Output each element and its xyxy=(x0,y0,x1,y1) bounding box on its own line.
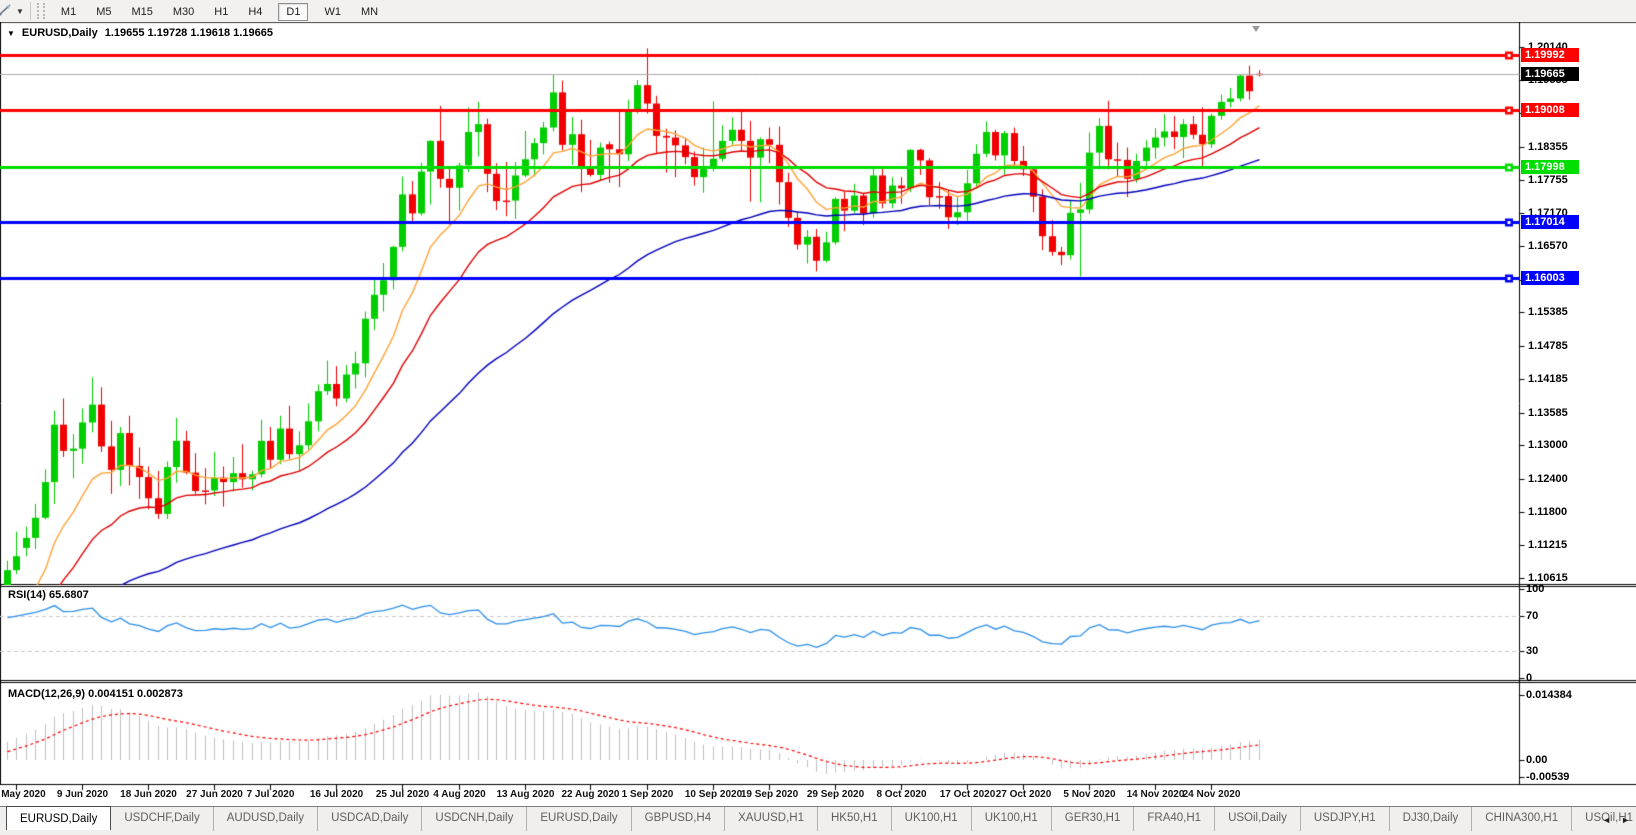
macd-axis-tick: 0.014384 xyxy=(1526,689,1572,702)
current-price-label: 1.19665 xyxy=(1521,66,1579,81)
chart-tab-dj30-daily[interactable]: DJ30,Daily xyxy=(1388,807,1472,831)
hline-price-label: 1.19992 xyxy=(1521,48,1579,63)
chart-tab-usdjpy-h1[interactable]: USDJPY,H1 xyxy=(1299,807,1389,831)
timeframe-button-m30[interactable]: M30 xyxy=(165,3,202,21)
timeframe-button-mn[interactable]: MN xyxy=(353,3,386,21)
chart-tab-hk50-h1[interactable]: HK50,H1 xyxy=(816,807,891,831)
chart-title: ▼ EURUSD,Daily 1.19655 1.19728 1.19618 1… xyxy=(7,27,273,39)
price-axis-tick: 1.14785 xyxy=(1528,339,1568,352)
date-axis-label: 8 Oct 2020 xyxy=(876,789,927,800)
macd-indicator-label: MACD(12,26,9) 0.004151 0.002873 xyxy=(8,688,183,700)
price-axis-tick: 1.16570 xyxy=(1528,240,1568,253)
price-axis-tick: 1.15385 xyxy=(1528,306,1568,319)
rsi-axis-tick: 100 xyxy=(1526,583,1545,595)
chart-window: ▼ EURUSD,Daily 1.19655 1.19728 1.19618 1… xyxy=(0,22,1636,806)
timeframe-button-group: M1 M5 M15 M30 H1 H4 D1 W1 MN xyxy=(51,2,388,21)
timeframe-button-m5[interactable]: M5 xyxy=(88,3,119,21)
chart-tab-fra40-h1[interactable]: FRA40,H1 xyxy=(1133,807,1214,831)
price-axis-tick: 1.18355 xyxy=(1528,140,1568,153)
price-axis-tick: 1.14185 xyxy=(1528,373,1568,386)
chart-tab-ger30-h1[interactable]: GER30,H1 xyxy=(1050,807,1134,831)
rsi-axis-tick: 30 xyxy=(1526,645,1539,658)
rsi-axis-tick: 70 xyxy=(1526,609,1539,622)
chart-tab-china300-h1[interactable]: CHINA300,H1 xyxy=(1471,807,1571,831)
chart-tabs-bar: EURUSD,Daily USDCHF,Daily AUDUSD,Daily USDC… xyxy=(0,806,1636,835)
chart-tabs: EURUSD,Daily USDCHF,Daily AUDUSD,Daily USDC… xyxy=(6,806,1636,835)
hline-price-label: 1.17998 xyxy=(1521,159,1579,174)
timeframe-button-m15[interactable]: M15 xyxy=(123,3,160,21)
chart-canvas[interactable] xyxy=(0,22,1636,806)
chart-tab-eurusd-daily[interactable]: EURUSD,Daily xyxy=(6,806,112,830)
chart-tab-usoil-daily[interactable]: USOil,Daily xyxy=(1214,807,1300,831)
chart-symbol-label: EURUSD,Daily xyxy=(21,27,98,39)
tool-dropdown-caret-icon[interactable]: ▼ xyxy=(16,7,24,16)
price-axis-tick: 1.11215 xyxy=(1528,538,1568,551)
chart-ohlc-values: 1.19655 1.19728 1.19618 1.19665 xyxy=(104,27,273,39)
price-axis-tick: 1.11800 xyxy=(1528,506,1568,519)
chart-tab-eurusd-daily[interactable]: EURUSD,Daily xyxy=(526,807,630,831)
chart-shift-marker-icon[interactable] xyxy=(1252,26,1260,32)
chart-tab-uk100-h1[interactable]: UK100,H1 xyxy=(970,807,1051,831)
chart-tab-usdcad-daily[interactable]: USDCAD,Daily xyxy=(317,807,421,831)
tab-scroll-controls: ◄ ► xyxy=(1602,815,1630,825)
hline-price-label: 1.16003 xyxy=(1521,270,1579,285)
chart-tab-usdcnh-daily[interactable]: USDCNH,Daily xyxy=(421,807,526,831)
rsi-indicator-label: RSI(14) 65.6807 xyxy=(8,589,89,601)
collapse-chart-icon[interactable]: ▼ xyxy=(7,29,15,38)
date-axis-label: 16 Jul 2020 xyxy=(309,789,364,800)
date-axis-label: 18 Jun 2020 xyxy=(120,789,177,800)
date-axis-label: 29 Sep 2020 xyxy=(806,789,865,800)
toolbar-drag-handle[interactable] xyxy=(36,3,45,19)
price-axis-tick: 1.13585 xyxy=(1528,406,1568,419)
date-axis-label: 9 Jun 2020 xyxy=(56,789,109,800)
price-axis-tick: 1.12400 xyxy=(1528,472,1568,485)
chart-tab-xauusd-h1[interactable]: XAUUSD,H1 xyxy=(724,807,817,831)
hline-price-label: 1.17014 xyxy=(1521,214,1579,229)
timeframe-button-w1[interactable]: W1 xyxy=(316,3,349,21)
macd-axis-tick: -0.00539 xyxy=(1526,771,1570,783)
date-axis-label: 24 Nov 2020 xyxy=(1182,789,1241,800)
price-axis-tick: 1.17755 xyxy=(1528,174,1568,187)
chart-tab-usdchf-daily[interactable]: USDCHF,Daily xyxy=(111,807,212,831)
timeframe-button-h4[interactable]: H4 xyxy=(240,3,270,21)
chart-tab-audusd-daily[interactable]: AUDUSD,Daily xyxy=(212,807,317,831)
tab-scroll-right-icon[interactable]: ► xyxy=(1621,815,1630,825)
trendline-tool-icon[interactable] xyxy=(0,3,15,19)
price-axis-tick: 1.13000 xyxy=(1528,439,1568,452)
rsi-axis-tick: 0 xyxy=(1526,672,1533,684)
timeframe-button-h1[interactable]: H1 xyxy=(206,3,236,21)
timeframe-button-d1[interactable]: D1 xyxy=(278,3,309,21)
macd-axis-tick: 0.00 xyxy=(1526,754,1548,766)
timeframe-button-m1[interactable]: M1 xyxy=(53,3,84,21)
hline-price-label: 1.19008 xyxy=(1521,103,1579,118)
date-axis-label: 1 Sep 2020 xyxy=(621,789,674,800)
date-axis-label: 7 Jul 2020 xyxy=(246,789,295,800)
date-axis-label: 5 Nov 2020 xyxy=(1063,789,1116,800)
tab-scroll-left-icon[interactable]: ◄ xyxy=(1602,815,1611,825)
toolbar: ▼ M1 M5 M15 M30 H1 H4 D1 W1 MN xyxy=(0,0,1636,22)
chart-tab-gbpusd-h4[interactable]: GBPUSD,H4 xyxy=(630,807,724,831)
date-axis-label: 27 Oct 2020 xyxy=(995,789,1052,800)
date-axis-label: 4 Aug 2020 xyxy=(433,789,486,800)
chart-tab-uk100-h1[interactable]: UK100,H1 xyxy=(890,807,971,831)
toolbar-separator xyxy=(29,2,31,20)
date-axis-label: 19 Sep 2020 xyxy=(740,789,799,800)
